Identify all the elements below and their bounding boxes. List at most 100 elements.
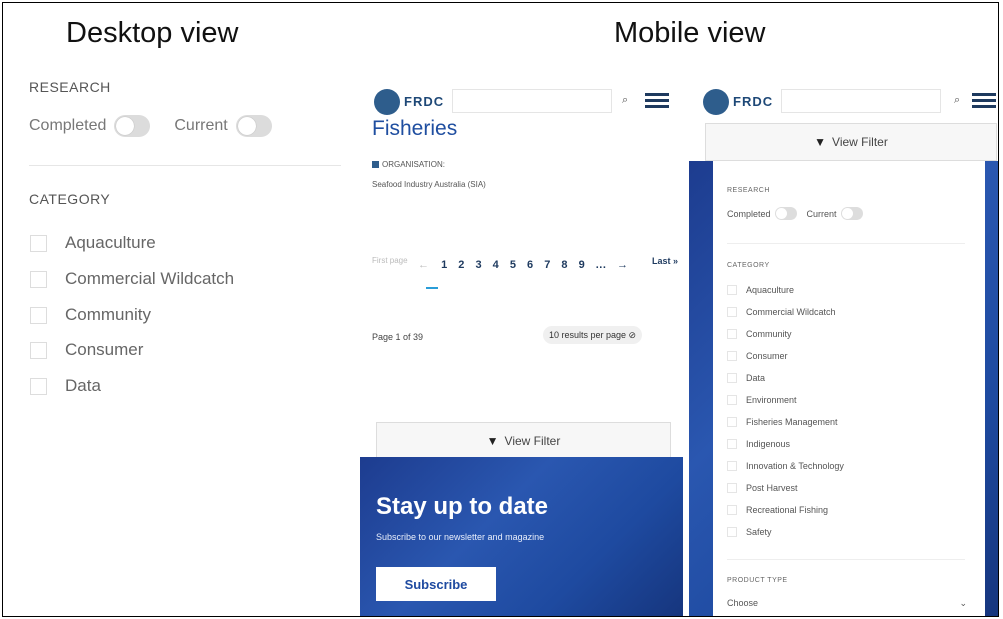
category-item-community[interactable]: Community <box>727 329 792 339</box>
research-label: RESEARCH <box>29 79 111 95</box>
checkbox[interactable] <box>727 307 737 317</box>
category-item-data[interactable]: Data <box>30 376 101 396</box>
category-item-indigenous[interactable]: Indigenous <box>727 439 790 449</box>
checkbox[interactable] <box>30 234 47 252</box>
category-item-innovation-technology[interactable]: Innovation & Technology <box>727 461 844 471</box>
category-item-label: Safety <box>746 527 772 537</box>
view-filter-button[interactable]: ▼ View Filter <box>705 123 997 161</box>
category-item-consumer[interactable]: Consumer <box>30 340 143 360</box>
chevron-down-icon: ⌄ <box>959 598 967 608</box>
search-input[interactable] <box>781 89 941 113</box>
page-link[interactable]: 1 <box>441 259 448 271</box>
page-link[interactable]: 7 <box>544 259 551 271</box>
page-link[interactable]: 2 <box>458 259 465 271</box>
ellipsis: ... <box>595 259 607 271</box>
category-item-data[interactable]: Data <box>727 373 765 383</box>
category-item-consumer[interactable]: Consumer <box>727 351 788 361</box>
category-item-fisheries-management[interactable]: Fisheries Management <box>727 417 838 427</box>
checkbox[interactable] <box>727 417 737 427</box>
category-item-recreational-fishing[interactable]: Recreational Fishing <box>727 505 828 515</box>
hamburger-menu-icon[interactable] <box>645 93 669 109</box>
category-item-label: Aquaculture <box>746 285 795 295</box>
checkbox[interactable] <box>30 306 47 324</box>
category-item-aquaculture[interactable]: Aquaculture <box>30 233 156 253</box>
research-toggles: Completed Current <box>29 115 272 137</box>
organisation-label-text: ORGANISATION: <box>382 160 445 169</box>
current-toggle[interactable] <box>840 207 863 220</box>
frdc-logo-icon <box>374 89 400 115</box>
divider <box>727 559 965 560</box>
desktop-view-heading: Desktop view <box>66 17 239 49</box>
hamburger-menu-icon[interactable] <box>972 93 996 109</box>
current-label: Current <box>806 208 837 219</box>
category-item-post-harvest[interactable]: Post Harvest <box>727 483 798 493</box>
checkbox[interactable] <box>727 483 737 493</box>
search-icon[interactable]: ⌕ <box>954 94 960 107</box>
newsletter-title: Stay up to date <box>376 493 549 520</box>
completed-label: Completed <box>727 208 771 219</box>
checkbox[interactable] <box>727 329 737 339</box>
current-toggle[interactable] <box>235 115 272 137</box>
organisation-label: ORGANISATION: <box>372 160 445 169</box>
divider <box>29 165 341 166</box>
research-toggles: Completed Current <box>727 207 863 220</box>
current-label: Current <box>174 117 228 134</box>
category-item-label: Commercial Wildcatch <box>65 269 235 288</box>
page-link[interactable]: 8 <box>561 259 568 271</box>
checkbox[interactable] <box>727 461 737 471</box>
search-input[interactable] <box>452 89 612 113</box>
checkbox[interactable] <box>30 270 47 288</box>
first-page-link[interactable]: First page <box>372 254 412 268</box>
last-page-link[interactable]: Last » <box>652 255 680 268</box>
newsletter-section: Stay up to date Subscribe to our newslet… <box>360 457 683 616</box>
divider <box>727 243 965 244</box>
page-info: Page 1 of 39 <box>372 332 424 342</box>
frdc-logo-icon <box>703 89 729 115</box>
product-type-select[interactable]: Choose ⌄ <box>727 598 967 608</box>
page-link[interactable]: 9 <box>579 259 586 271</box>
checkbox[interactable] <box>727 505 737 515</box>
filter-icon: ▼ <box>814 135 827 149</box>
prev-page-arrow[interactable]: ← <box>418 259 430 271</box>
category-item-label: Consumer <box>65 340 144 359</box>
subscribe-button[interactable]: Subscribe <box>376 567 496 601</box>
checkbox[interactable] <box>727 351 737 361</box>
page-link[interactable]: 3 <box>475 259 482 271</box>
product-type-value: Choose <box>727 598 759 608</box>
category-item-label: Data <box>746 373 766 383</box>
completed-toggle[interactable] <box>114 115 151 137</box>
page-link[interactable]: 5 <box>510 259 517 271</box>
checkbox[interactable] <box>727 439 737 449</box>
category-item-label: Community <box>65 305 151 324</box>
category-item-commercial-wildcatch[interactable]: Commercial Wildcatch <box>30 269 234 289</box>
checkbox[interactable] <box>30 377 47 395</box>
category-item-community[interactable]: Community <box>30 305 151 325</box>
checkbox[interactable] <box>727 285 737 295</box>
search-icon[interactable]: ⌕ <box>622 94 628 107</box>
research-label: RESEARCH <box>727 187 770 194</box>
page-link[interactable]: 6 <box>527 259 534 271</box>
filter-card: RESEARCH Completed Current CATEGORY Aqua… <box>713 161 985 616</box>
view-filter-button[interactable]: ▼ View Filter <box>376 422 671 460</box>
results-per-page-select[interactable]: 10 results per page ⊘ <box>543 326 643 344</box>
completed-toggle[interactable] <box>774 207 797 220</box>
page-link[interactable]: 4 <box>493 259 500 271</box>
next-page-arrow[interactable]: → <box>617 259 629 271</box>
completed-label: Completed <box>29 117 107 134</box>
category-item-label: Environment <box>746 395 797 405</box>
checkbox[interactable] <box>727 527 737 537</box>
category-item-commercial-wildcatch[interactable]: Commercial Wildcatch <box>727 307 836 317</box>
checkbox[interactable] <box>727 373 737 383</box>
mobile-filter-panel: FRDC ⌕ ▼ View Filter RESEARCH Completed … <box>689 77 998 616</box>
checkbox[interactable] <box>727 395 737 405</box>
category-item-label: Community <box>746 329 792 339</box>
category-item-environment[interactable]: Environment <box>727 395 797 405</box>
organisation-value: Seafood Industry Australia (SIA) <box>372 180 486 189</box>
checkbox[interactable] <box>30 341 47 359</box>
view-filter-label: View Filter <box>504 434 561 448</box>
category-item-safety[interactable]: Safety <box>727 527 772 537</box>
category-label: CATEGORY <box>29 191 111 207</box>
frdc-logo-text: FRDC <box>733 94 774 109</box>
category-item-aquaculture[interactable]: Aquaculture <box>727 285 794 295</box>
category-item-label: Fisheries Management <box>746 417 838 427</box>
